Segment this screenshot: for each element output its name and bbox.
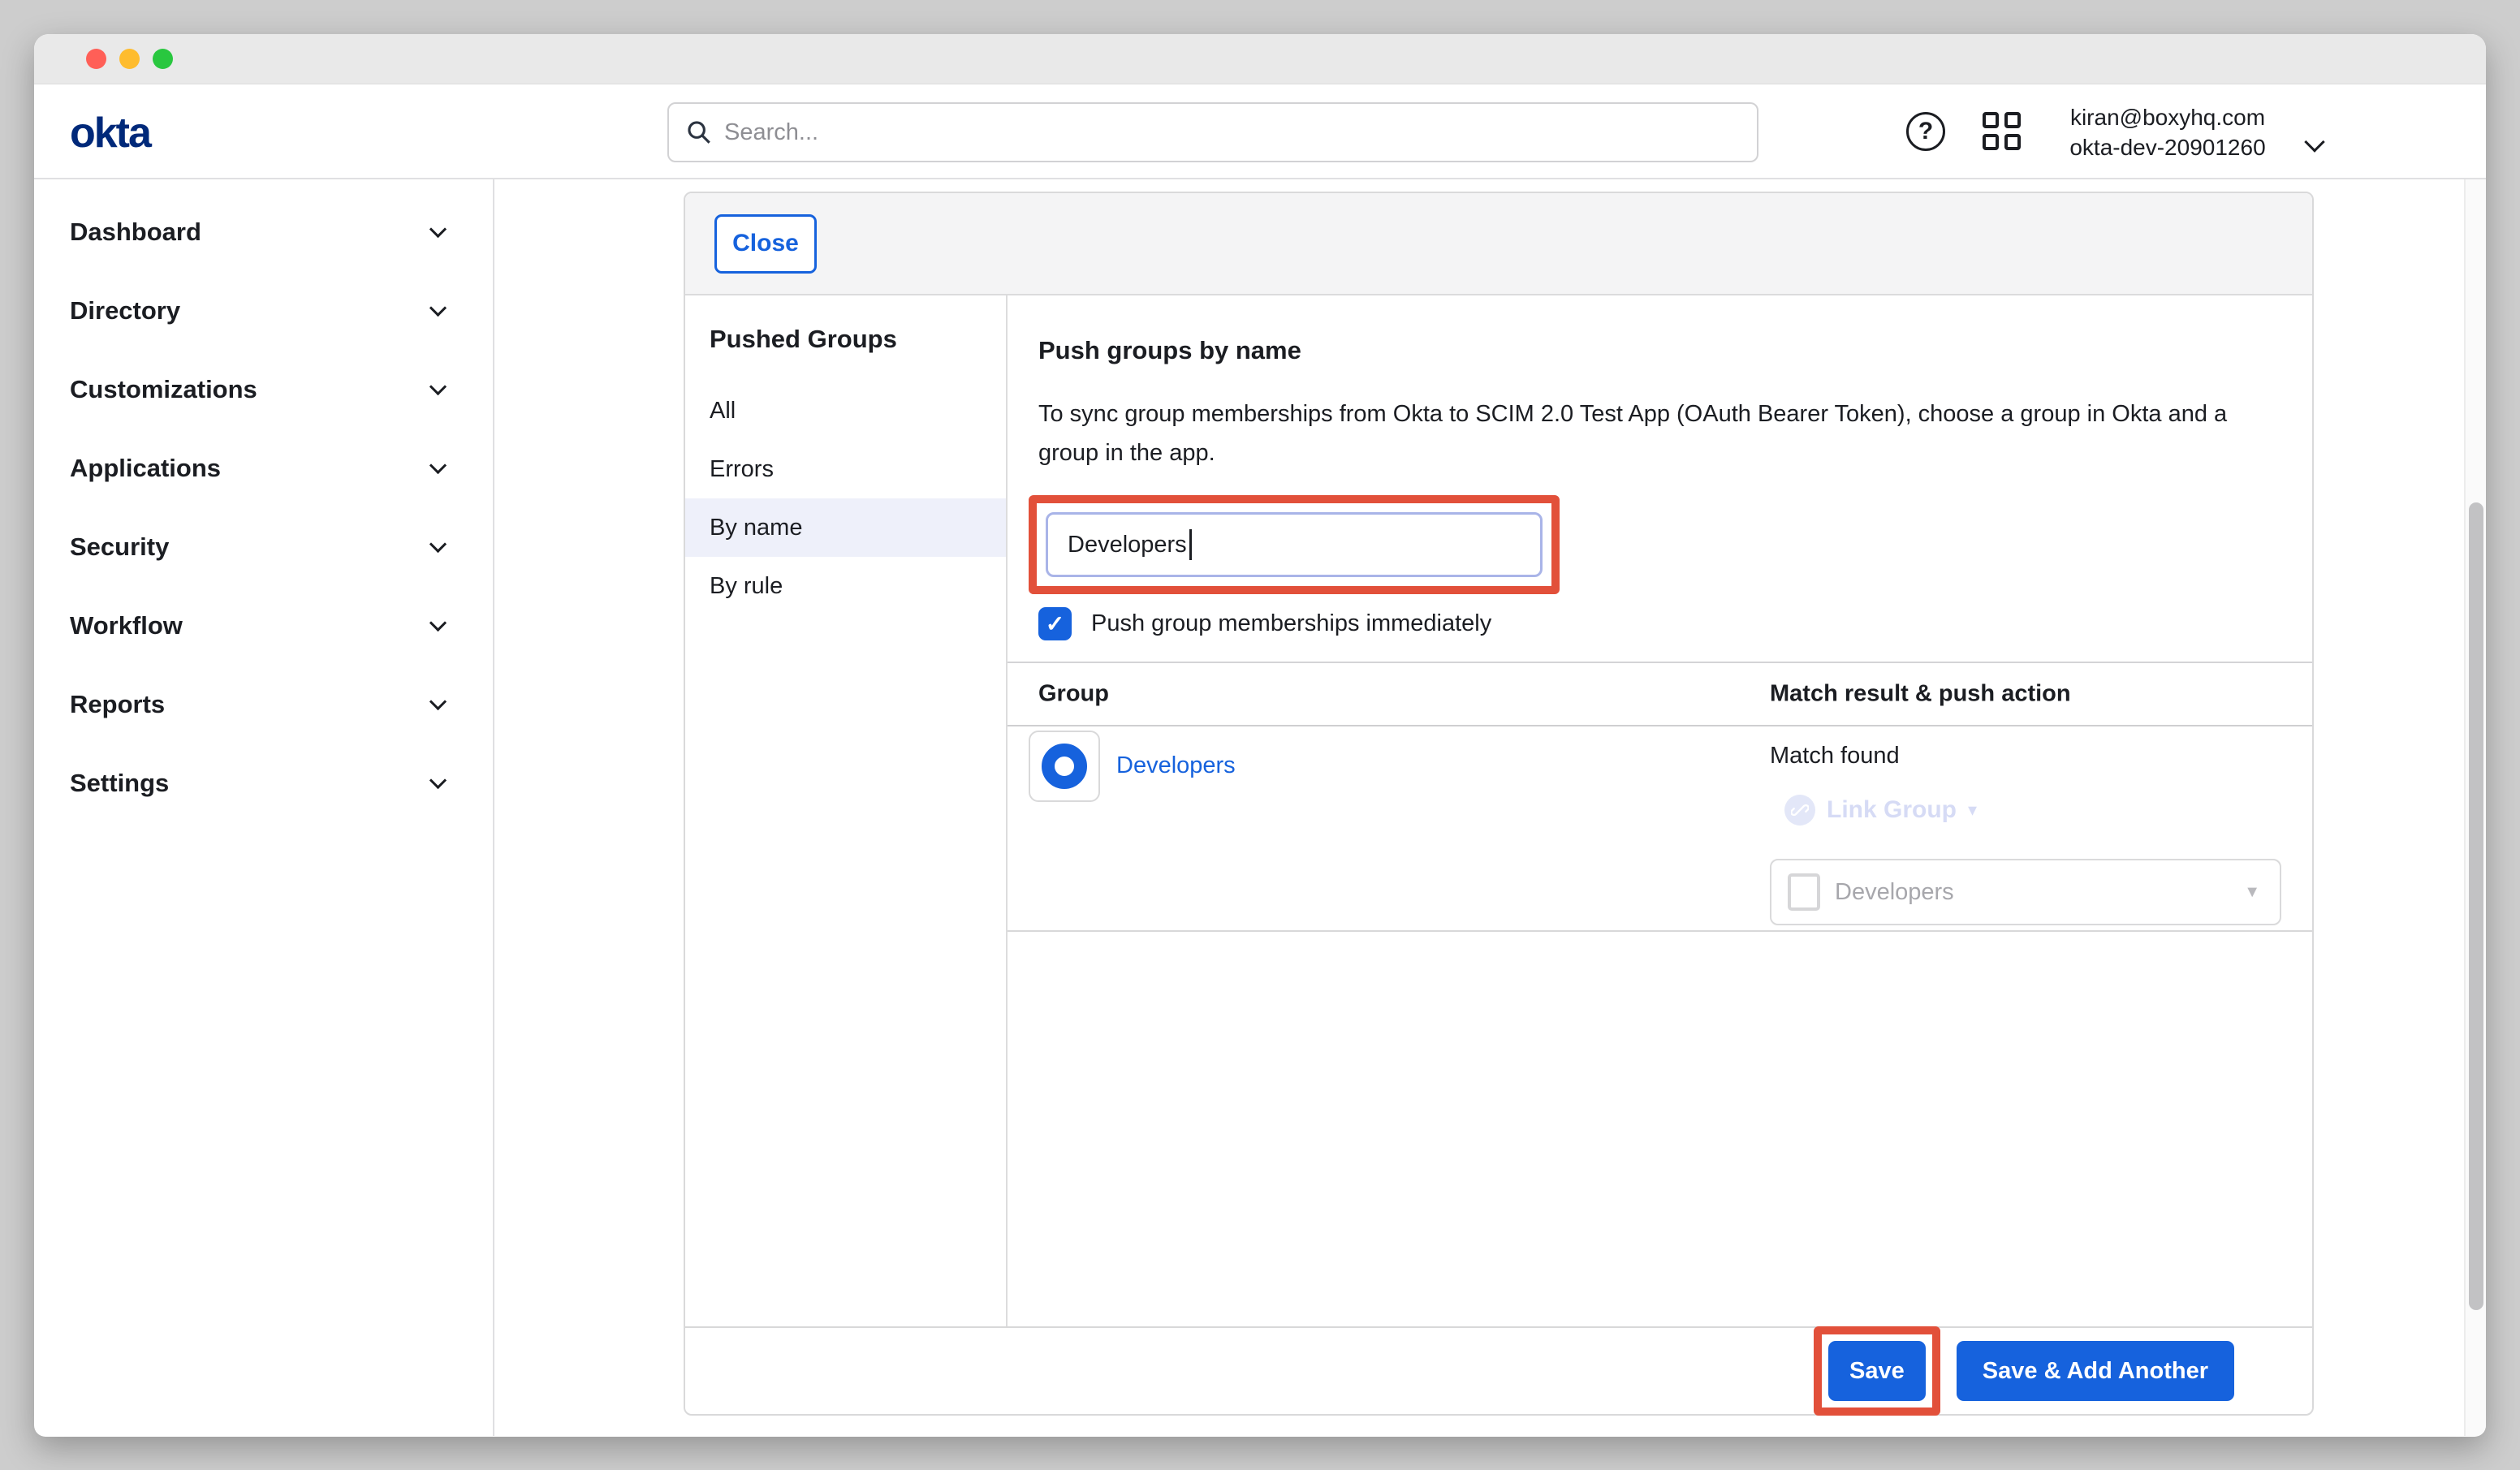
panel-footer: Save Save & Add Another: [685, 1326, 2312, 1414]
chevron-down-icon: [429, 693, 447, 710]
match-result-text: Match found: [1770, 743, 1900, 769]
scrollbar-thumb[interactable]: [2469, 502, 2483, 1310]
panel-header: Close: [685, 193, 2312, 295]
nav-item-errors[interactable]: Errors: [685, 440, 1006, 498]
annotation-box-input: Developers: [1029, 495, 1560, 594]
push-immediately-label: Push group memberships immediately: [1091, 610, 1491, 637]
link-icon: [1784, 795, 1815, 826]
sidebar-item-settings[interactable]: Settings: [34, 744, 493, 822]
vertical-scrollbar[interactable]: [2464, 179, 2486, 1436]
nav-item-all[interactable]: All: [685, 382, 1006, 440]
chevron-down-icon: [429, 378, 447, 395]
push-immediately-row: ✓ Push group memberships immediately: [1038, 607, 2312, 640]
group-icon-tile: [1029, 731, 1100, 802]
link-group-button-disabled[interactable]: Link Group ▾: [1784, 795, 1977, 826]
nav-item-by-name[interactable]: By name: [685, 498, 1006, 557]
chevron-down-icon: [429, 300, 447, 317]
form-description: To sync group memberships from Okta to S…: [1038, 394, 2280, 472]
table-row: Developers Match found: [1008, 726, 2312, 932]
close-button[interactable]: Close: [714, 214, 817, 274]
sidebar-item-dashboard[interactable]: Dashboard: [34, 192, 493, 271]
sidebar-item-applications[interactable]: Applications: [34, 429, 493, 507]
table-header: Group Match result & push action: [1008, 663, 2312, 726]
annotation-box-save: Save: [1814, 1326, 1940, 1416]
group-name-value: Developers: [1068, 532, 1187, 558]
panel-body: Pushed Groups All Errors By name By rule…: [685, 295, 2312, 1326]
sidebar-item-customizations[interactable]: Customizations: [34, 350, 493, 429]
target-group-dropdown-disabled[interactable]: Developers ▼: [1770, 859, 2281, 925]
push-groups-panel: Close Pushed Groups All Errors By name B…: [684, 192, 2314, 1416]
sidebar-item-directory[interactable]: Directory: [34, 271, 493, 350]
app-header: okta Search... ? kiran@boxyhq.com okta-d…: [34, 84, 2486, 179]
push-by-name-form: Push groups by name To sync group member…: [1008, 295, 2312, 1326]
sidebar-nav: Dashboard Directory Customizations Appli…: [34, 179, 494, 1436]
link-group-label: Link Group: [1827, 796, 1957, 824]
account-menu[interactable]: kiran@boxyhq.com okta-dev-20901260: [2038, 102, 2298, 162]
window-titlebar: [34, 34, 2486, 84]
nav-item-by-rule[interactable]: By rule: [685, 557, 1006, 615]
sidebar-item-workflow[interactable]: Workflow: [34, 586, 493, 665]
chevron-down-icon: [429, 614, 447, 632]
target-group-value: Developers: [1835, 879, 1954, 906]
text-cursor: [1189, 529, 1192, 560]
zoom-window-button[interactable]: [153, 49, 173, 69]
save-add-another-button[interactable]: Save & Add Another: [1957, 1341, 2234, 1401]
chevron-down-icon: [429, 536, 447, 553]
okta-logo: okta: [70, 109, 150, 157]
account-org: okta-dev-20901260: [2038, 132, 2298, 162]
okta-group-icon: [1042, 744, 1087, 789]
form-title: Push groups by name: [1038, 336, 2312, 365]
push-immediately-checkbox[interactable]: ✓: [1038, 607, 1072, 640]
help-icon[interactable]: ?: [1906, 112, 1945, 151]
search-placeholder: Search...: [724, 119, 818, 146]
group-name-input[interactable]: Developers: [1046, 512, 1543, 577]
browser-window: okta Search... ? kiran@boxyhq.com okta-d…: [34, 34, 2486, 1437]
dropdown-caret-icon: ▼: [2244, 883, 2260, 902]
sidebar-item-reports[interactable]: Reports: [34, 665, 493, 744]
close-window-button[interactable]: [86, 49, 106, 69]
account-chevron-down-icon[interactable]: [2307, 135, 2328, 156]
column-match-result: Match result & push action: [1770, 681, 2071, 708]
account-email: kiran@boxyhq.com: [2038, 102, 2298, 132]
chevron-down-icon: [429, 221, 447, 238]
group-link[interactable]: Developers: [1116, 752, 1236, 779]
content-area: Dashboard Directory Customizations Appli…: [34, 179, 2486, 1436]
search-icon: [685, 119, 713, 146]
minimize-window-button[interactable]: [119, 49, 140, 69]
main-area: Close Pushed Groups All Errors By name B…: [494, 179, 2486, 1436]
pushed-groups-title: Pushed Groups: [685, 310, 1006, 369]
app-group-icon: [1788, 873, 1820, 911]
column-group: Group: [1038, 681, 1109, 708]
checkmark-icon: ✓: [1046, 610, 1064, 637]
sidebar-item-security[interactable]: Security: [34, 507, 493, 586]
match-table: Group Match result & push action Develop…: [1008, 662, 2312, 932]
save-button[interactable]: Save: [1828, 1341, 1926, 1401]
search-input[interactable]: Search...: [667, 102, 1758, 162]
link-group-caret-icon: ▾: [1968, 800, 1977, 821]
app-switcher-icon[interactable]: [1983, 112, 2022, 151]
pushed-groups-nav: Pushed Groups All Errors By name By rule: [685, 295, 1008, 1326]
chevron-down-icon: [429, 772, 447, 789]
chevron-down-icon: [429, 457, 447, 474]
